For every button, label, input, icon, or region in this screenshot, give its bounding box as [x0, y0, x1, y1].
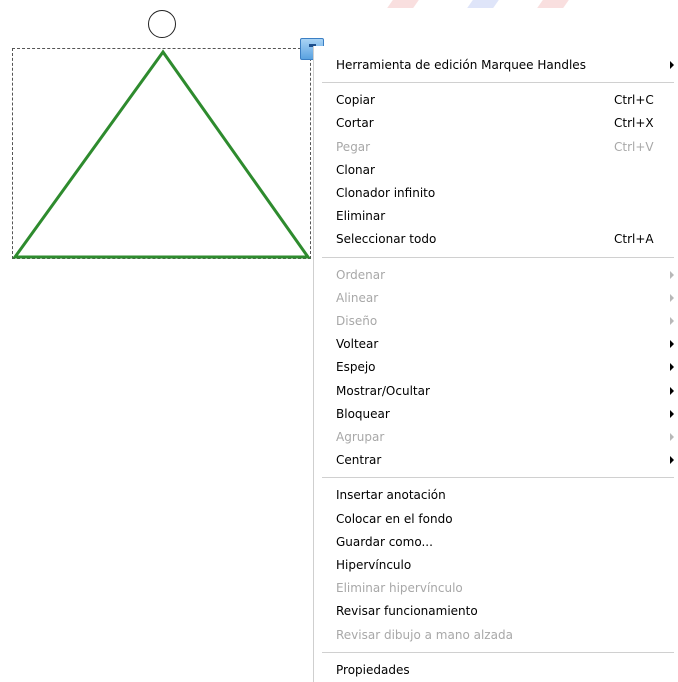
- decorative-stripe: [467, 0, 499, 8]
- menu-item-propiedades[interactable]: Propiedades: [314, 659, 678, 681]
- menu-item-label: Copiar: [336, 93, 375, 108]
- menu-item-label: Clonar: [336, 162, 375, 177]
- menu-item-revisar-dibujo-a-mano-alzada[interactable]: Revisar dibujo a mano alzada: [314, 624, 678, 646]
- menu-item-centrar[interactable]: Centrar: [314, 449, 678, 471]
- menu-item-label: Pegar: [336, 139, 371, 154]
- menu-item-alinear[interactable]: Alinear: [314, 287, 678, 309]
- submenu-arrow-icon: [670, 386, 674, 395]
- menu-item-label: Centrar: [336, 453, 382, 468]
- menu-item-colocar-en-el-fondo[interactable]: Colocar en el fondo: [314, 508, 678, 530]
- decorative-stripe: [387, 0, 419, 8]
- menu-item-label: Colocar en el fondo: [336, 511, 453, 526]
- menu-item-label: Propiedades: [336, 662, 410, 677]
- menu-item-cortar[interactable]: Cortar Ctrl+X: [314, 112, 678, 134]
- submenu-arrow-icon: [670, 409, 674, 418]
- menu-item-shortcut: Ctrl+V: [614, 139, 654, 154]
- submenu-arrow-icon: [670, 363, 674, 372]
- submenu-arrow-icon: [670, 293, 674, 302]
- menu-item-label: Revisar funcionamiento: [336, 604, 478, 619]
- menu-item-diseno[interactable]: Diseño: [314, 310, 678, 332]
- menu-item-clonador-infinito[interactable]: Clonador infinito: [314, 182, 678, 204]
- menu-item-label: Diseño: [336, 314, 378, 328]
- menu-item-label: Seleccionar todo: [336, 232, 437, 247]
- menu-item-label: Insertar anotación: [336, 488, 446, 503]
- submenu-arrow-icon: [670, 61, 674, 69]
- menu-item-insertar-anotacion[interactable]: Insertar anotación: [314, 484, 678, 506]
- submenu-arrow-icon: [670, 317, 674, 325]
- menu-item-label: Guardar como...: [336, 534, 433, 549]
- submenu-arrow-icon: [670, 270, 674, 279]
- menu-item-label: Agrupar: [336, 430, 385, 444]
- menu-item-label: Mostrar/Ocultar: [336, 383, 430, 398]
- menu-item-pegar[interactable]: Pegar Ctrl+V: [314, 136, 678, 158]
- menu-item-seleccionar-todo[interactable]: Seleccionar todo Ctrl+A: [314, 228, 678, 250]
- submenu-arrow-icon: [670, 456, 674, 465]
- menu-separator: [322, 651, 674, 653]
- menu-item-eliminar-hipervinculo[interactable]: Eliminar hipervínculo: [314, 577, 678, 599]
- context-menu: Herramienta de edición Marquee Handles Co…: [313, 46, 678, 682]
- submenu-arrow-icon: [670, 340, 674, 349]
- menu-item-bloquear[interactable]: Bloquear: [314, 403, 678, 425]
- menu-item-voltear[interactable]: Voltear: [314, 333, 678, 355]
- menu-item-label: Alinear: [336, 290, 379, 305]
- menu-item-label: Espejo: [336, 360, 376, 375]
- menu-item-label: Cortar: [336, 116, 374, 131]
- triangle-shape[interactable]: [12, 48, 311, 259]
- menu-item-agrupar[interactable]: Agrupar: [314, 426, 678, 448]
- menu-item-label: Revisar dibujo a mano alzada: [336, 627, 513, 642]
- decorative-stripe: [537, 0, 569, 8]
- menu-item-label: Hipervínculo: [336, 558, 412, 572]
- circle-rotate-icon[interactable]: [148, 10, 176, 38]
- menu-item-mostrar-ocultar[interactable]: Mostrar/Ocultar: [314, 380, 678, 402]
- menu-separator: [322, 477, 674, 479]
- menu-item-revisar-funcionamiento[interactable]: Revisar funcionamiento: [314, 600, 678, 622]
- menu-item-ordenar[interactable]: Ordenar: [314, 264, 678, 286]
- menu-item-shortcut: Ctrl+X: [614, 116, 654, 131]
- menu-item-label: Ordenar: [336, 267, 386, 282]
- menu-item-label: Eliminar: [336, 209, 386, 224]
- menu-item-eliminar[interactable]: Eliminar: [314, 205, 678, 227]
- menu-item-herramienta-de-edicion-marquee-handles[interactable]: Herramienta de edición Marquee Handles: [314, 54, 678, 76]
- menu-item-label: Herramienta de edición Marquee Handles: [336, 58, 586, 72]
- menu-item-label: Bloquear: [336, 406, 390, 421]
- submenu-arrow-icon: [670, 433, 674, 441]
- menu-separator: [322, 82, 674, 84]
- menu-item-copiar[interactable]: Copiar Ctrl+C: [314, 89, 678, 111]
- menu-item-shortcut: Ctrl+C: [614, 93, 654, 108]
- menu-item-label: Clonador infinito: [336, 186, 436, 200]
- menu-item-guardar-como[interactable]: Guardar como...: [314, 531, 678, 553]
- menu-item-shortcut: Ctrl+A: [614, 232, 654, 247]
- menu-separator: [322, 256, 674, 258]
- menu-item-label: Eliminar hipervínculo: [336, 581, 463, 596]
- menu-item-clonar[interactable]: Clonar: [314, 159, 678, 181]
- menu-item-espejo[interactable]: Espejo: [314, 356, 678, 378]
- menu-item-hipervinculo[interactable]: Hipervínculo: [314, 554, 678, 576]
- menu-item-label: Voltear: [336, 337, 379, 352]
